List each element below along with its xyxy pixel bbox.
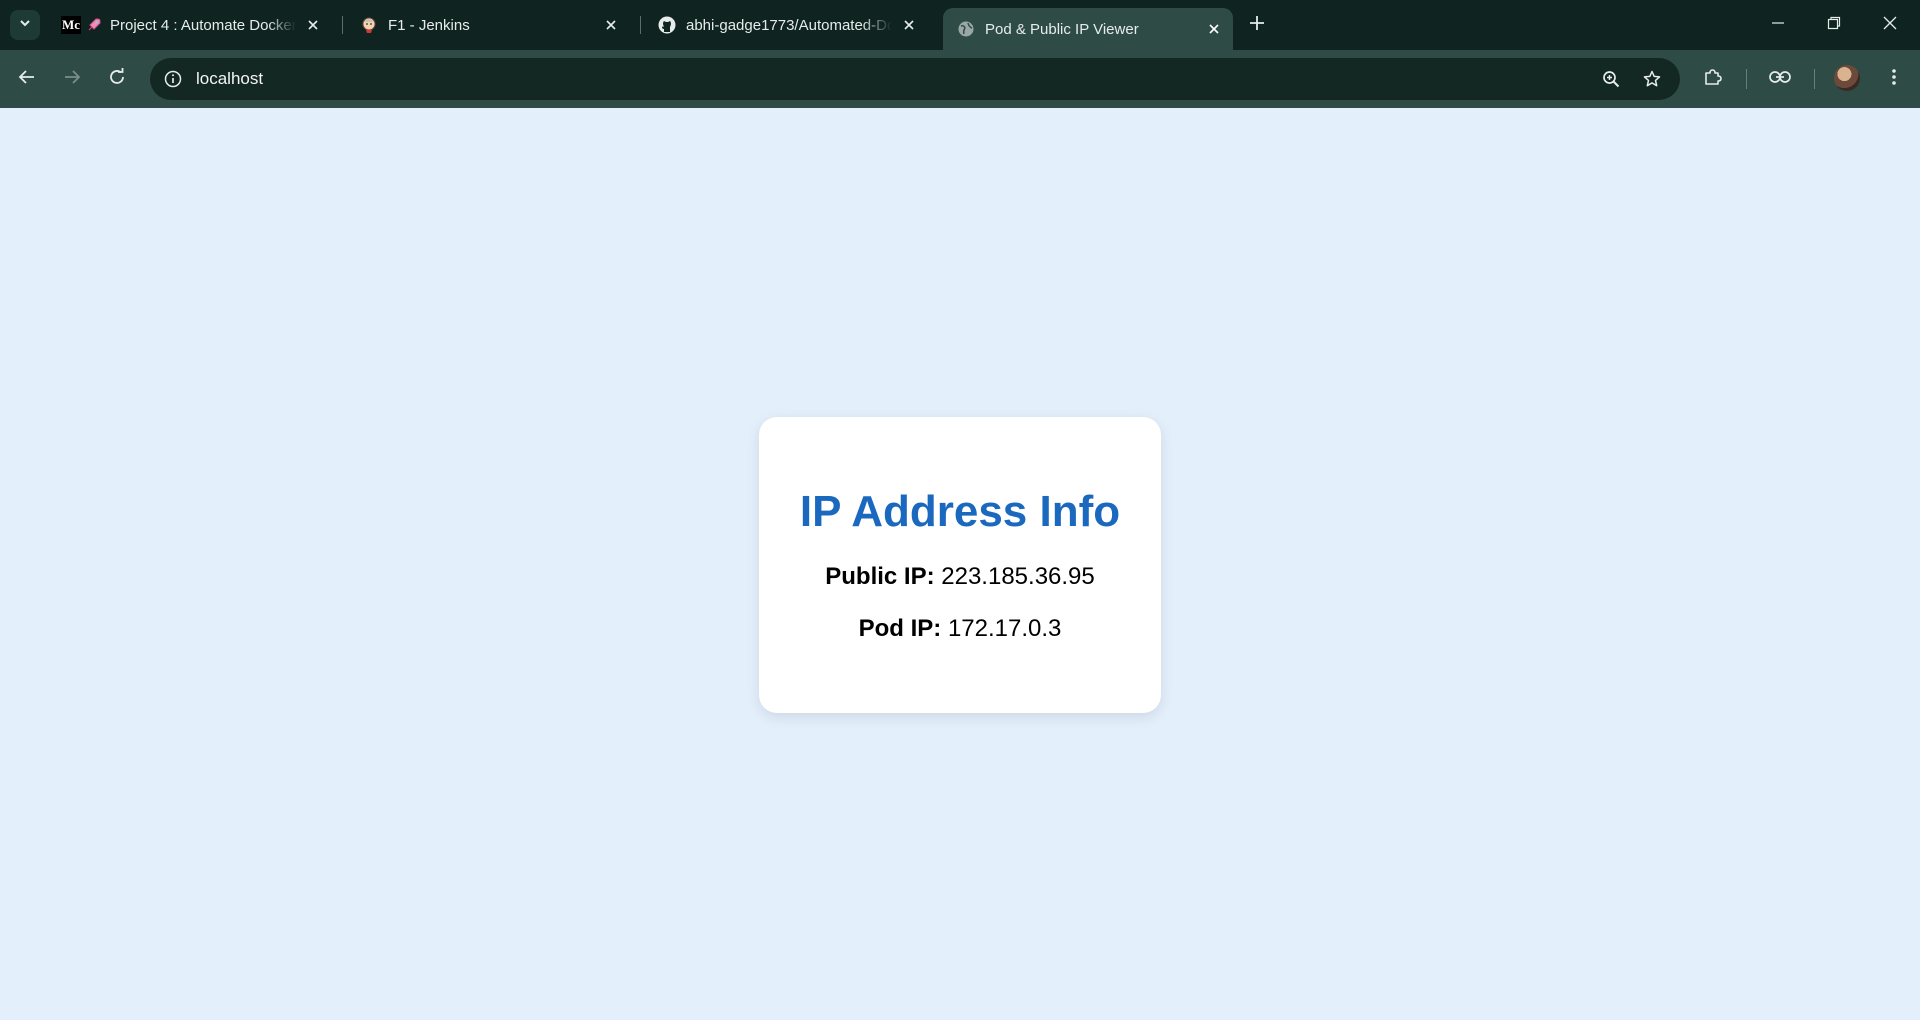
url-text[interactable]: localhost [196,69,263,89]
restore-button[interactable] [1806,0,1862,50]
page-title: IP Address Info [799,487,1121,536]
tab-strip: Mc Project 4 : Automate Docker F1 - Jenk… [0,0,1920,50]
toolbar-separator [1814,69,1815,89]
jenkins-icon [360,16,378,34]
tab-search-button[interactable] [10,10,40,40]
tab-pod-public-ip-viewer[interactable]: Pod & Public IP Viewer [943,8,1233,50]
tab-title: abhi-gadge1773/Automated-Do [686,16,892,34]
tab-title: Pod & Public IP Viewer [985,20,1139,38]
minimize-button[interactable] [1750,0,1806,50]
new-tab-button[interactable] [1244,12,1270,38]
tab-project-4[interactable]: Mc Project 4 : Automate Docker [52,8,332,42]
close-icon [1883,16,1897,35]
tab-separator [342,16,343,34]
site-info-icon[interactable] [158,64,188,94]
toolbar-separator [1746,69,1747,89]
more-vertical-icon [1891,68,1897,91]
star-icon[interactable] [1637,64,1667,94]
reload-icon [108,67,126,91]
plus-icon [1249,15,1265,36]
public-ip-label: Public IP: [825,563,935,590]
minimize-icon [1771,16,1785,35]
menu-button[interactable] [1878,63,1910,95]
rocket-icon [86,17,102,33]
public-ip-value: 223.185.36.95 [941,563,1095,590]
tab-title: F1 - Jenkins [388,16,470,34]
arrow-right-icon [63,68,81,91]
browser-toolbar: localhost [0,50,1920,108]
link-icon [1769,70,1791,89]
close-tab-icon[interactable] [302,14,324,36]
medium-icon: Mc [60,16,82,34]
back-button[interactable] [11,63,43,95]
extensions-button[interactable] [1697,63,1729,95]
tab-title: Project 4 : Automate Docker [110,16,296,34]
globe-icon [957,20,975,38]
close-window-button[interactable] [1862,0,1918,50]
page-viewport: IP Address Info Public IP: 223.185.36.95… [0,108,1920,1020]
ip-info-card: IP Address Info Public IP: 223.185.36.95… [759,417,1161,713]
link-button[interactable] [1764,63,1796,95]
restore-icon [1827,16,1841,35]
puzzle-icon [1703,67,1723,92]
chevron-down-icon [18,16,32,35]
pod-ip-label: Pod IP: [858,615,942,642]
zoom-icon[interactable] [1596,64,1626,94]
github-icon [658,16,676,34]
tab-separator [640,16,641,34]
reload-button[interactable] [101,63,133,95]
forward-button[interactable] [56,63,88,95]
address-bar[interactable]: localhost [150,58,1680,100]
pod-ip-row: Pod IP: 172.17.0.3 [759,615,1161,643]
close-tab-icon[interactable] [600,14,622,36]
arrow-left-icon [18,68,36,91]
tab-jenkins[interactable]: F1 - Jenkins [346,8,630,42]
close-tab-icon[interactable] [1203,18,1225,40]
pod-ip-value: 172.17.0.3 [947,615,1062,642]
profile-avatar[interactable] [1834,65,1860,91]
tab-github[interactable]: abhi-gadge1773/Automated-Do [644,8,928,42]
close-tab-icon[interactable] [898,14,920,36]
public-ip-row: Public IP: 223.185.36.95 [759,563,1161,591]
